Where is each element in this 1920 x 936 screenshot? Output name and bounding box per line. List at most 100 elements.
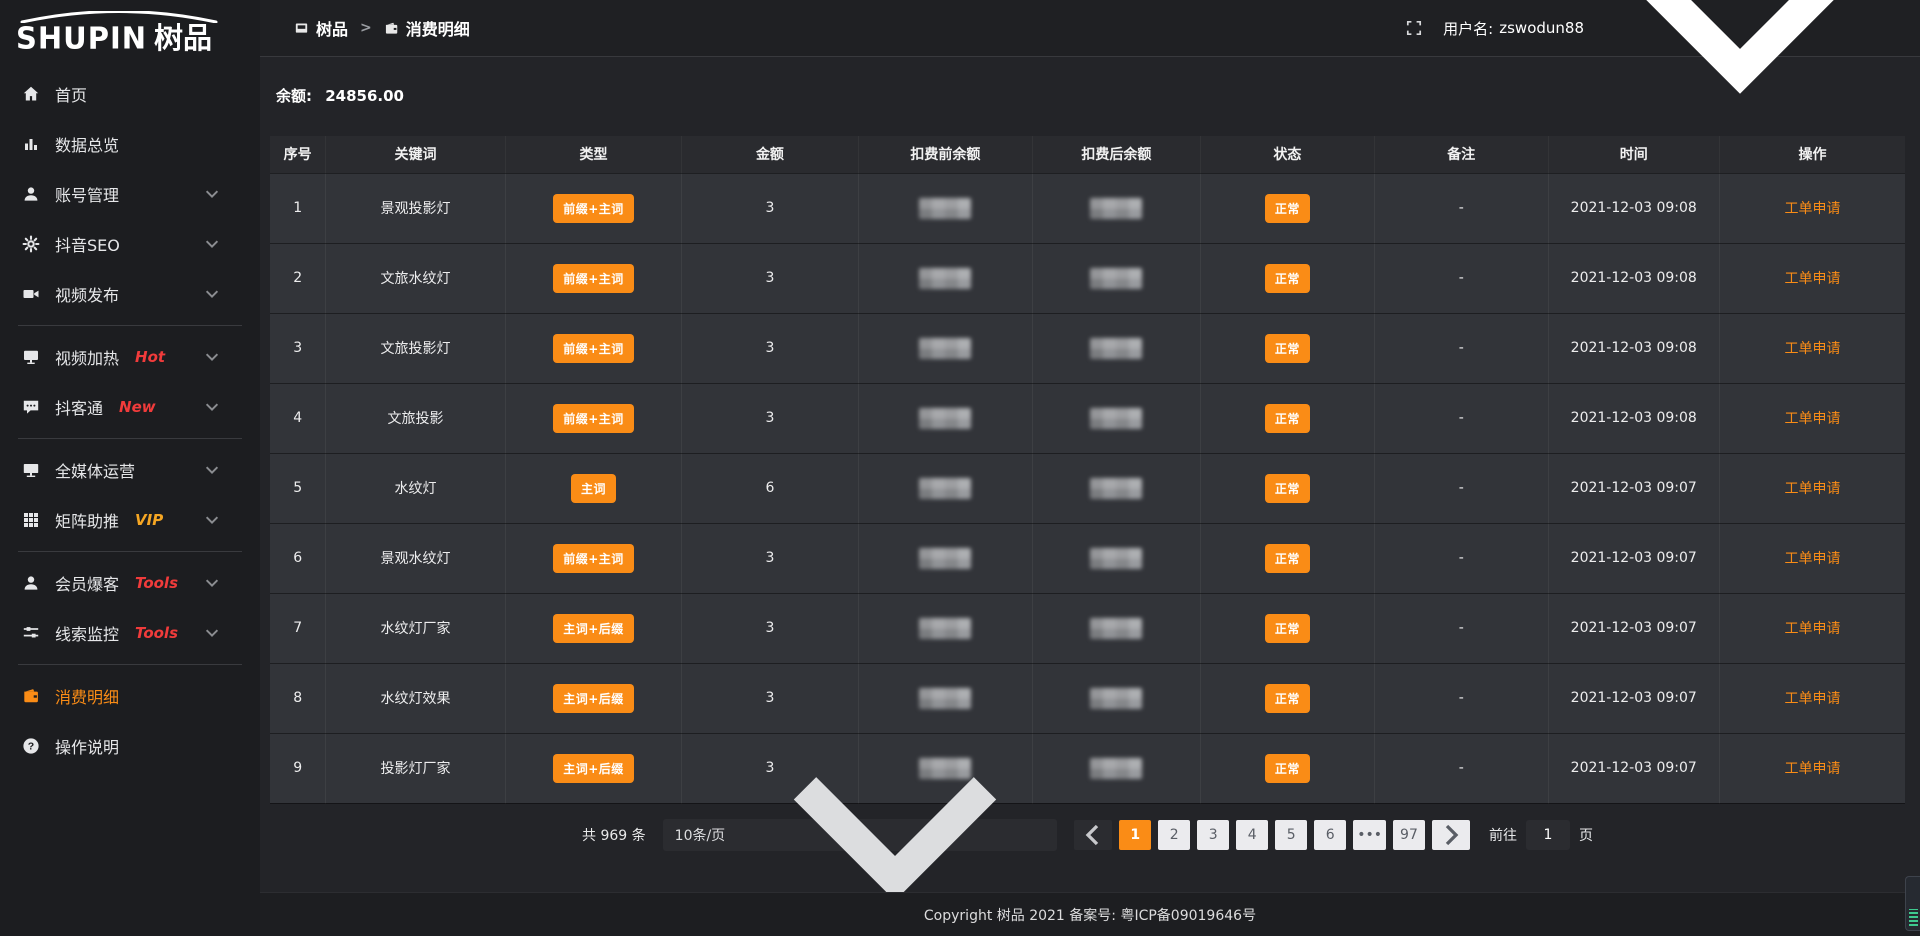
balance-value: 24856.00 bbox=[325, 87, 404, 105]
breadcrumb-label: 消费明细 bbox=[406, 16, 470, 40]
chevron-down-icon bbox=[203, 461, 221, 479]
work-order-link[interactable]: 工单申请 bbox=[1785, 691, 1841, 707]
cell-remark: - bbox=[1375, 453, 1548, 523]
sidebar-item-douketong[interactable]: 抖客通New bbox=[0, 382, 260, 432]
column-header-time: 时间 bbox=[1548, 136, 1719, 173]
breadcrumb-item[interactable]: 消费明细 bbox=[384, 16, 470, 40]
cell-status: 正常 bbox=[1200, 523, 1374, 593]
sidebar-item-home[interactable]: 首页 bbox=[0, 69, 260, 119]
cell-type: 前缀+主词 bbox=[505, 313, 681, 383]
cell-type: 前缀+主词 bbox=[505, 383, 681, 453]
prev-page-button[interactable] bbox=[1074, 820, 1112, 850]
cell-pre_balance bbox=[858, 453, 1032, 523]
work-order-link[interactable]: 工单申请 bbox=[1785, 481, 1841, 497]
mini-chat-widget[interactable] bbox=[1905, 876, 1920, 931]
cell-remark: - bbox=[1375, 733, 1548, 803]
work-order-link[interactable]: 工单申请 bbox=[1785, 201, 1841, 217]
page-button-2[interactable]: 2 bbox=[1158, 820, 1190, 850]
cell-keyword: 水纹灯效果 bbox=[326, 663, 505, 733]
work-order-link[interactable]: 工单申请 bbox=[1785, 621, 1841, 637]
sidebar-item-tag: Tools bbox=[135, 574, 178, 592]
page-button-1[interactable]: 1 bbox=[1119, 820, 1151, 850]
sidebar-item-tag: Tools bbox=[135, 624, 178, 642]
cell-index: 8 bbox=[270, 663, 326, 733]
column-header-pre_balance: 扣费前余额 bbox=[858, 136, 1032, 173]
logo-text-en: SHUPIN bbox=[16, 23, 147, 53]
cell-status: 正常 bbox=[1200, 593, 1374, 663]
sidebar-item-label: 视频发布 bbox=[55, 282, 119, 306]
sidebar-item-label: 抖音SEO bbox=[55, 232, 120, 256]
cell-pre_balance bbox=[858, 243, 1032, 313]
sidebar-item-operation-guide[interactable]: ?操作说明 bbox=[0, 721, 260, 771]
breadcrumb-separator: > bbox=[360, 20, 372, 36]
page-button-3[interactable]: 3 bbox=[1197, 820, 1229, 850]
cell-time: 2021-12-03 09:07 bbox=[1548, 593, 1719, 663]
sidebar-divider bbox=[18, 551, 242, 552]
column-header-amount: 金额 bbox=[682, 136, 858, 173]
sidebar-item-label: 首页 bbox=[55, 82, 87, 106]
cell-pre_balance bbox=[858, 173, 1032, 243]
cell-pre_balance bbox=[858, 383, 1032, 453]
sidebar-item-member-burst[interactable]: 会员爆客Tools bbox=[0, 558, 260, 608]
cell-amount: 3 bbox=[682, 243, 858, 313]
cell-status: 正常 bbox=[1200, 173, 1374, 243]
work-order-link[interactable]: 工单申请 bbox=[1785, 761, 1841, 777]
topbar: 树品>消费明细 用户名: zswodun88 bbox=[260, 0, 1920, 57]
page-button-97[interactable]: 97 bbox=[1393, 820, 1425, 850]
work-order-link[interactable]: 工单申请 bbox=[1785, 271, 1841, 287]
work-order-link[interactable]: 工单申请 bbox=[1785, 411, 1841, 427]
page-button-5[interactable]: 5 bbox=[1275, 820, 1307, 850]
type-badge: 主词 bbox=[571, 474, 616, 503]
app-root: SHUPIN 树品 首页数据总览账号管理抖音SEO 视频发布视频加热Hot抖客通N… bbox=[0, 0, 1920, 936]
fullscreen-icon[interactable] bbox=[1405, 19, 1423, 37]
sidebar-item-matrix-boost[interactable]: 矩阵助推VIP bbox=[0, 495, 260, 545]
sidebar-item-lead-monitor[interactable]: 线索监控Tools bbox=[0, 608, 260, 658]
cell-keyword: 文旅投影灯 bbox=[326, 313, 505, 383]
page-button-6[interactable]: 6 bbox=[1314, 820, 1346, 850]
sidebar-item-consumption-detail[interactable]: 消费明细 bbox=[0, 671, 260, 721]
sidebar-divider bbox=[18, 664, 242, 665]
work-order-link[interactable]: 工单申请 bbox=[1785, 341, 1841, 357]
page-button-4[interactable]: 4 bbox=[1236, 820, 1268, 850]
sidebar-item-video-heating[interactable]: 视频加热Hot bbox=[0, 332, 260, 382]
type-badge: 前缀+主词 bbox=[553, 264, 634, 293]
cell-keyword: 水纹灯厂家 bbox=[326, 593, 505, 663]
help-icon: ? bbox=[22, 737, 40, 755]
monitor-play-icon bbox=[22, 348, 40, 366]
table-row: 2文旅水纹灯前缀+主词3正常-2021-12-03 09:08工单申请 bbox=[270, 243, 1905, 313]
sidebar-item-douyin-seo[interactable]: 抖音SEO bbox=[0, 219, 260, 269]
column-header-index: 序号 bbox=[270, 136, 326, 173]
cell-action: 工单申请 bbox=[1720, 313, 1906, 383]
cell-status: 正常 bbox=[1200, 313, 1374, 383]
status-badge: 正常 bbox=[1265, 194, 1310, 223]
page-ellipsis-button[interactable]: ••• bbox=[1353, 820, 1386, 850]
page-size-select[interactable]: 10条/页 bbox=[663, 819, 1058, 851]
cell-amount: 6 bbox=[682, 453, 858, 523]
sidebar-item-video-publish[interactable]: 视频发布 bbox=[0, 269, 260, 319]
masked-balance-value bbox=[919, 338, 971, 359]
goto-page-input[interactable] bbox=[1526, 820, 1570, 850]
cell-remark: - bbox=[1375, 173, 1548, 243]
cell-time: 2021-12-03 09:07 bbox=[1548, 733, 1719, 803]
cell-amount: 3 bbox=[682, 173, 858, 243]
cell-time: 2021-12-03 09:07 bbox=[1548, 453, 1719, 523]
masked-balance-value bbox=[919, 268, 971, 289]
cell-index: 7 bbox=[270, 593, 326, 663]
cell-status: 正常 bbox=[1200, 383, 1374, 453]
sidebar-item-data-overview[interactable]: 数据总览 bbox=[0, 119, 260, 169]
cell-action: 工单申请 bbox=[1720, 453, 1906, 523]
content: 余额: 24856.00 序号关键词类型金额扣费前余额扣费后余额状态备注时间操作… bbox=[260, 57, 1920, 892]
cell-pre_balance bbox=[858, 313, 1032, 383]
balance-label: 余额: bbox=[276, 87, 312, 105]
work-order-link[interactable]: 工单申请 bbox=[1785, 551, 1841, 567]
wallet-icon bbox=[22, 687, 40, 705]
breadcrumb-item[interactable]: 树品 bbox=[294, 16, 348, 40]
sidebar-item-account-management[interactable]: 账号管理 bbox=[0, 169, 260, 219]
cell-time: 2021-12-03 09:08 bbox=[1548, 383, 1719, 453]
next-page-button[interactable] bbox=[1432, 820, 1470, 850]
sidebar-item-all-media-operation[interactable]: 全媒体运营 bbox=[0, 445, 260, 495]
cell-time: 2021-12-03 09:08 bbox=[1548, 243, 1719, 313]
cell-amount: 3 bbox=[682, 313, 858, 383]
cell-post_balance bbox=[1033, 453, 1200, 523]
cell-action: 工单申请 bbox=[1720, 173, 1906, 243]
